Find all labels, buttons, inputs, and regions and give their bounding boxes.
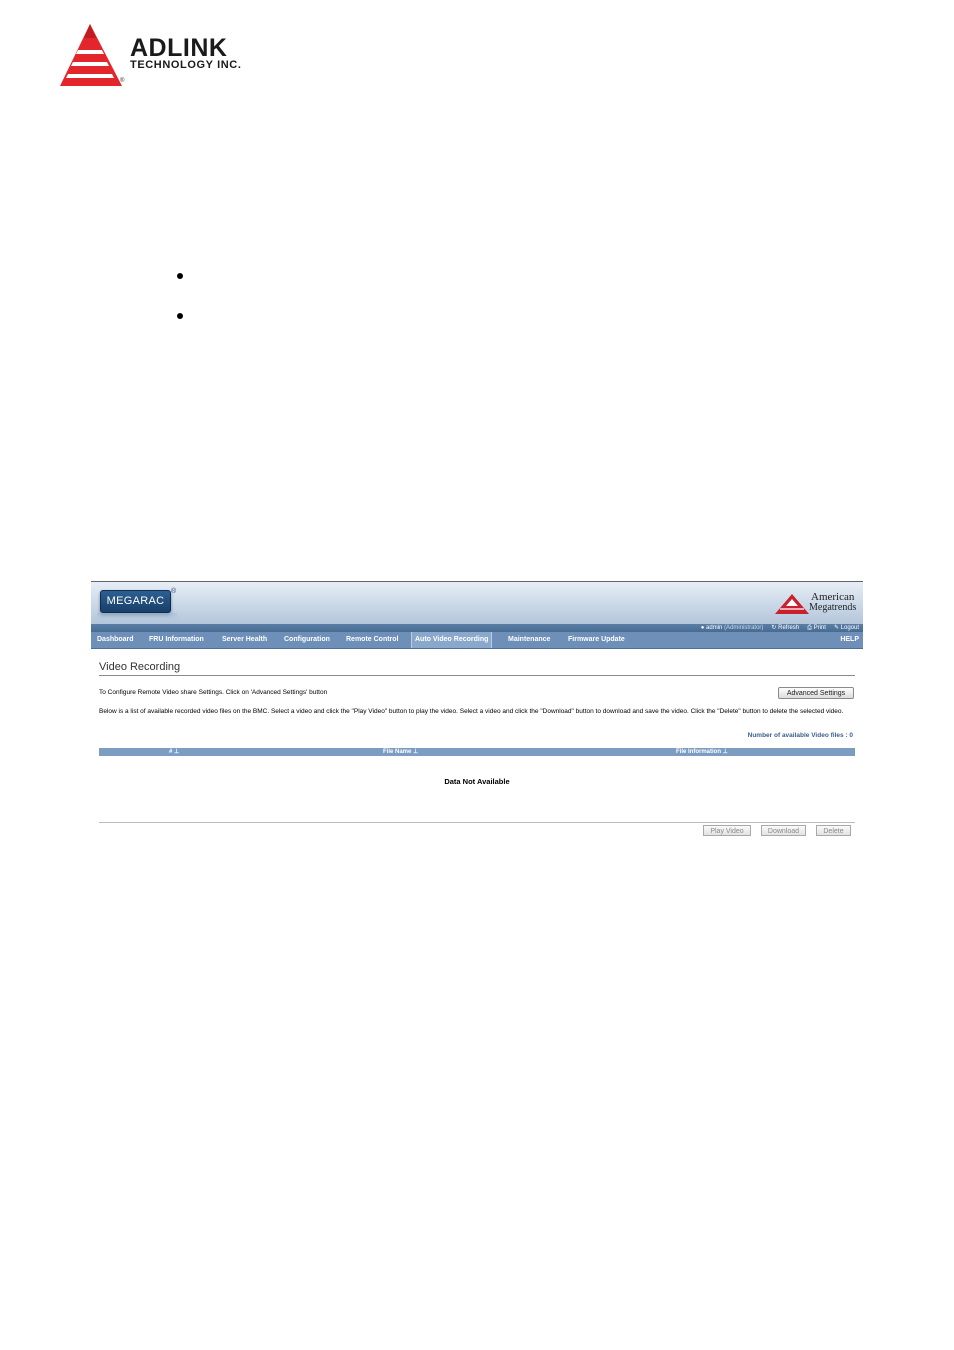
- adlink-logo: ADLINK TECHNOLOGY INC. ®: [58, 22, 268, 88]
- delete-button[interactable]: Delete: [816, 825, 851, 836]
- column-header-number[interactable]: # ⊥: [169, 748, 179, 756]
- user-info: ● admin (Administrator): [700, 625, 764, 631]
- print-label: Print: [813, 625, 826, 631]
- play-video-button[interactable]: Play Video: [703, 825, 751, 836]
- ami-name-line2: Megatrends: [809, 602, 857, 613]
- megarac-logo: MEGARAC: [100, 590, 171, 613]
- download-button[interactable]: Download: [761, 825, 806, 836]
- nav-firmware-update[interactable]: Firmware Update: [568, 632, 625, 648]
- adlink-name: ADLINK: [130, 34, 228, 62]
- logout-icon: ✎: [833, 625, 841, 631]
- bottom-divider: [99, 822, 855, 823]
- title-divider: [99, 675, 855, 676]
- sort-icon: ⊥: [722, 749, 728, 755]
- user-role: (Administrator): [724, 625, 764, 631]
- refresh-link[interactable]: ↻ Refresh: [771, 625, 799, 632]
- nav-remote-control[interactable]: Remote Control: [346, 632, 399, 648]
- adlink-subtitle: TECHNOLOGY INC.: [130, 59, 242, 71]
- advanced-settings-button[interactable]: Advanced Settings: [778, 687, 854, 699]
- print-link[interactable]: ⎙ Print: [807, 625, 826, 632]
- ami-triangle-icon: [775, 594, 809, 614]
- bullet-1: [177, 273, 183, 279]
- top-banner: MEGARAC ® American Megatrends ● admin (A…: [91, 581, 863, 633]
- username: admin: [706, 625, 723, 631]
- logout-link[interactable]: ✎ Logout: [834, 625, 859, 632]
- nav-help[interactable]: HELP: [840, 632, 859, 648]
- column-number-label: #: [169, 749, 173, 755]
- bullet-2: [177, 313, 183, 319]
- video-list-description: Below is a list of available recorded vi…: [99, 708, 844, 715]
- nav-maintenance[interactable]: Maintenance: [508, 632, 550, 648]
- column-file-name-label: File Name: [383, 749, 412, 755]
- nav-server-health[interactable]: Server Health: [222, 632, 267, 648]
- column-header-file-information[interactable]: File Information ⊥: [676, 748, 728, 756]
- empty-table-message: Data Not Available: [444, 777, 510, 786]
- nav-configuration[interactable]: Configuration: [284, 632, 330, 648]
- megarac-registered-mark: ®: [171, 588, 177, 595]
- nav-fru-information[interactable]: FRU Information: [149, 632, 204, 648]
- adlink-registered-mark: ®: [120, 78, 125, 84]
- ami-logo: American Megatrends: [774, 591, 862, 617]
- logout-label: Logout: [840, 625, 859, 631]
- page-title: Video Recording: [99, 661, 181, 673]
- column-header-file-name[interactable]: File Name ⊥: [383, 748, 418, 756]
- column-file-information-label: File Information: [676, 749, 721, 755]
- sort-icon: ⊥: [174, 749, 180, 755]
- megarac-reflection: [97, 613, 177, 621]
- main-nav: Dashboard FRU Information Server Health …: [91, 632, 863, 649]
- nav-dashboard[interactable]: Dashboard: [97, 632, 134, 648]
- nav-auto-video-recording[interactable]: Auto Video Recording: [411, 632, 493, 648]
- sort-icon: ⊥: [413, 749, 419, 755]
- settings-description: To Configure Remote Video share Settings…: [99, 689, 328, 696]
- video-file-count: Number of available Video files : 0: [747, 732, 853, 739]
- adlink-triangle-icon: [60, 24, 122, 86]
- refresh-label: Refresh: [778, 625, 800, 631]
- video-table-header: # ⊥ File Name ⊥ File Information ⊥: [99, 748, 855, 756]
- megarac-screenshot: MEGARAC ® American Megatrends ● admin (A…: [91, 581, 863, 843]
